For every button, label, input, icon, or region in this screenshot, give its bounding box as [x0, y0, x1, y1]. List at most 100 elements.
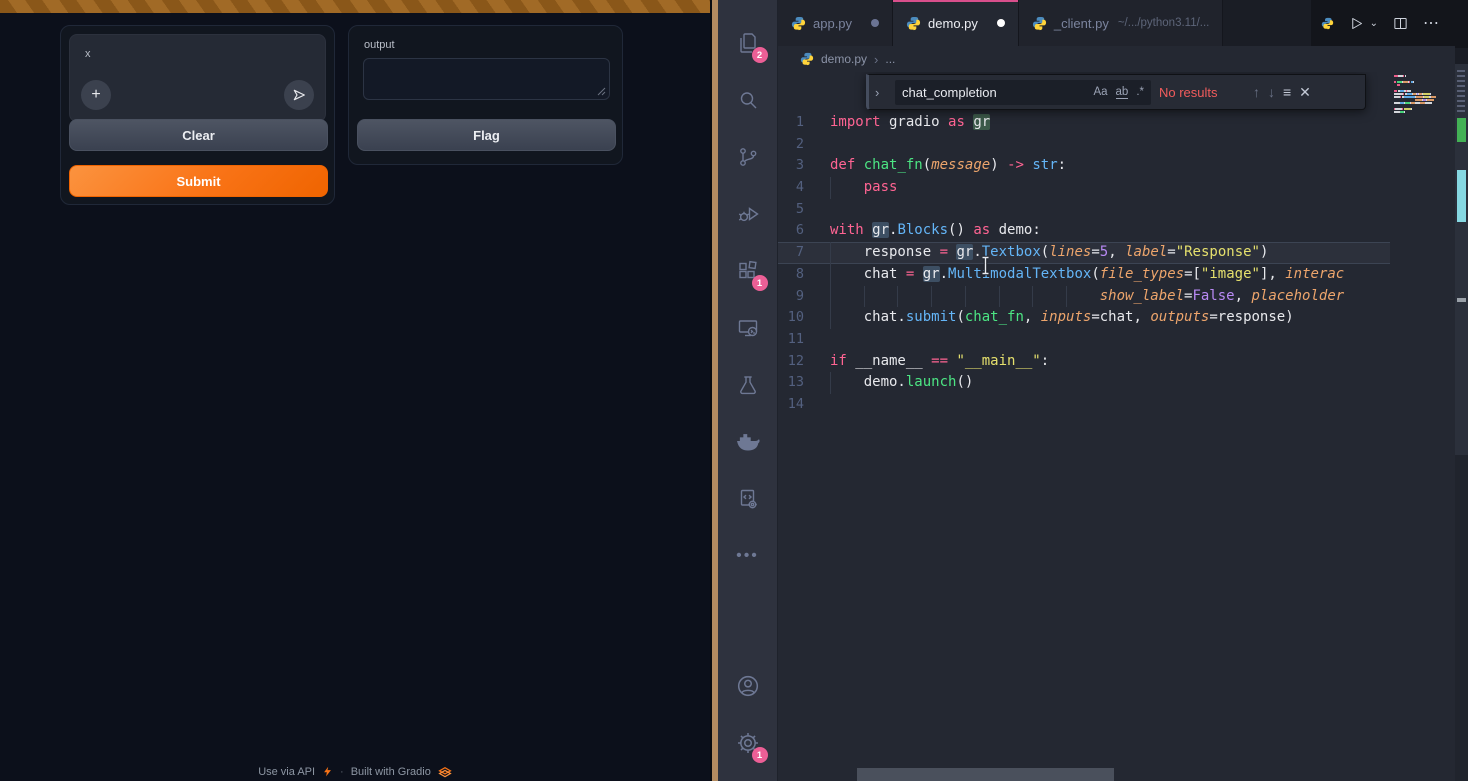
code-line-4[interactable]: 4 pass: [778, 177, 1390, 199]
find-close-button[interactable]: ✕: [1299, 84, 1311, 101]
code-token: gr: [872, 222, 889, 238]
code-token: ->: [1007, 157, 1024, 173]
code-line-13[interactable]: 13 demo.launch(): [778, 372, 1390, 394]
code-token: [830, 179, 864, 195]
clear-button[interactable]: Clear: [69, 119, 328, 151]
indent-guide: [830, 286, 831, 308]
regex-button[interactable]: .*: [1136, 86, 1144, 98]
sliver-minimap: [1455, 64, 1468, 455]
code-line-11[interactable]: 11: [778, 329, 1390, 351]
breadcrumb-chevron: ›: [874, 52, 878, 67]
line-number: 7: [778, 242, 830, 264]
remote-explorer-icon[interactable]: [724, 299, 772, 356]
horizontal-scrollbar[interactable]: [857, 768, 1114, 781]
use-via-api-link[interactable]: Use via API: [258, 766, 315, 778]
code-token: (: [1041, 244, 1049, 260]
output-label: output: [364, 39, 395, 51]
code-token: "Response": [1176, 244, 1260, 260]
line-number: 6: [778, 220, 830, 242]
tab-label: demo.py: [928, 16, 978, 31]
line-content: [830, 199, 1364, 221]
breadcrumb-file[interactable]: demo.py: [821, 52, 867, 66]
code-token: =response): [1209, 309, 1293, 325]
line-number: 8: [778, 264, 830, 286]
tab-demo-py[interactable]: demo.py: [893, 0, 1019, 46]
modified-dot[interactable]: [997, 19, 1005, 27]
find-in-selection-button[interactable]: ≡: [1283, 84, 1291, 100]
code-line-6[interactable]: 6with gr.Blocks() as demo:: [778, 220, 1390, 242]
code-line-5[interactable]: 5: [778, 199, 1390, 221]
indent-guide: [830, 264, 831, 286]
attach-file-button[interactable]: +: [81, 80, 111, 110]
output-textbox[interactable]: [363, 58, 610, 100]
code-token: interac: [1285, 266, 1344, 282]
breadcrumb-symbol[interactable]: ...: [885, 52, 895, 66]
line-content: [830, 394, 1364, 416]
find-next-button[interactable]: ↓: [1268, 84, 1275, 100]
more-views-icon[interactable]: •••: [724, 527, 772, 584]
footer-separator: ·: [340, 766, 344, 778]
more-actions-button[interactable]: ⋯: [1423, 13, 1440, 33]
code-token: 5: [1100, 244, 1108, 260]
modified-dot[interactable]: [871, 19, 879, 27]
code-line-7[interactable]: 7 response = gr.Textbox(lines=5, label="…: [778, 242, 1390, 264]
editor-actions: ⌄ ⋯: [1311, 0, 1455, 46]
source-control-icon[interactable]: [724, 128, 772, 185]
code-line-3[interactable]: 3def chat_fn(message) -> str:: [778, 155, 1390, 177]
editor[interactable]: › Aa ab .* No results ↑ ↓ ≡ ✕ 1import gr…: [778, 72, 1455, 781]
gradio-footer: Use via API · Built with Gradio: [0, 764, 710, 779]
code-line-10[interactable]: 10 chat.submit(chat_fn, inputs=chat, out…: [778, 307, 1390, 329]
indent-guide: [830, 372, 831, 394]
code-token: ): [1260, 244, 1268, 260]
find-previous-button[interactable]: ↑: [1253, 84, 1260, 100]
code-line-8[interactable]: 8 chat = gr.MultimodalTextbox(file_types…: [778, 264, 1390, 286]
activity-bar: 2 1 ••• 1: [718, 0, 778, 781]
task-file-gear-icon[interactable]: [724, 470, 772, 527]
whole-word-button[interactable]: ab: [1116, 86, 1129, 99]
testing-beaker-icon[interactable]: [724, 356, 772, 413]
line-content: show_label=False, placeholder: [830, 286, 1364, 308]
search-icon[interactable]: [724, 71, 772, 128]
code-token: =: [1167, 244, 1175, 260]
code-line-14[interactable]: 14: [778, 394, 1390, 416]
minimap[interactable]: [1391, 75, 1453, 781]
line-content: chat.submit(chat_fn, inputs=chat, output…: [830, 307, 1364, 329]
submit-button[interactable]: Submit: [69, 165, 328, 197]
tab-app-py[interactable]: app.py: [778, 0, 893, 46]
run-button[interactable]: [1349, 16, 1364, 31]
line-content: [830, 329, 1364, 351]
code-token: __name__: [847, 353, 931, 369]
send-icon[interactable]: [284, 80, 314, 110]
tab-client-py[interactable]: _client.py ~/.../python3.11/...: [1019, 0, 1223, 46]
split-editor-button[interactable]: [1393, 16, 1408, 31]
code-line-12[interactable]: 12if __name__ == "__main__":: [778, 351, 1390, 373]
run-debug-icon[interactable]: [724, 185, 772, 242]
multimodal-textbox[interactable]: x +: [69, 34, 326, 122]
flag-button[interactable]: Flag: [357, 119, 616, 151]
resize-grip-icon[interactable]: [597, 87, 606, 96]
code-token: gr: [923, 266, 940, 282]
code-line-1[interactable]: 1import gradio as gr: [778, 112, 1390, 134]
explorer-icon[interactable]: 2: [724, 14, 772, 71]
find-input-box: Aa ab .*: [895, 80, 1151, 105]
code-line-2[interactable]: 2: [778, 134, 1390, 156]
built-with-gradio-link[interactable]: Built with Gradio: [351, 766, 431, 778]
indent-guide: [1066, 286, 1067, 308]
api-lightning-icon: [322, 766, 333, 777]
code-token: demo:: [990, 222, 1041, 238]
code-area[interactable]: 1import gradio as gr23def chat_fn(messag…: [778, 112, 1390, 416]
match-case-button[interactable]: Aa: [1093, 86, 1107, 98]
accounts-icon[interactable]: [724, 657, 772, 714]
run-dropdown-chevron[interactable]: ⌄: [1370, 18, 1378, 29]
code-line-9[interactable]: 9 show_label=False, placeholder: [778, 286, 1390, 308]
find-input[interactable]: [902, 85, 1085, 100]
code-token: ,: [1024, 309, 1041, 325]
breadcrumb[interactable]: demo.py › ...: [778, 46, 1455, 72]
toggle-replace-chevron[interactable]: ›: [875, 85, 887, 100]
docker-icon[interactable]: [724, 413, 772, 470]
indent-guide: [999, 286, 1000, 308]
line-number: 14: [778, 394, 830, 416]
settings-gear-icon[interactable]: 1: [724, 714, 772, 771]
extensions-icon[interactable]: 1: [724, 242, 772, 299]
code-token: ],: [1260, 266, 1285, 282]
